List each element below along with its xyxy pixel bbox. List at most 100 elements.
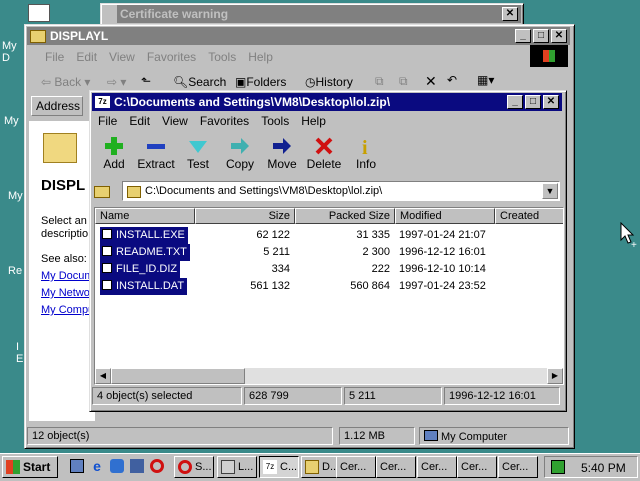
column-created[interactable]: Created — [495, 208, 563, 224]
copy-to-icon[interactable]: ⧉ — [399, 74, 408, 89]
opera-icon[interactable] — [150, 459, 164, 473]
explorer-statusbar: 12 object(s) 1.12 MB My Computer — [27, 427, 570, 445]
zip-minimize-button[interactable]: _ — [507, 95, 523, 109]
task-cert-2[interactable]: Cer... — [376, 456, 416, 478]
link-my-documents[interactable]: My Docum — [41, 270, 94, 282]
menu-file[interactable]: File — [39, 50, 70, 64]
scroll-right-button[interactable]: ▶ — [547, 368, 563, 384]
maximize-button[interactable]: □ — [533, 29, 549, 43]
column-modified[interactable]: Modified — [395, 208, 495, 224]
see-also-label: See also: — [41, 253, 87, 265]
delete-icon[interactable]: ✕ — [425, 73, 437, 90]
tray-icon[interactable] — [551, 460, 565, 474]
network-icon[interactable] — [110, 459, 124, 473]
task-7zip[interactable]: 7z C... — [259, 456, 299, 478]
zip-close-button[interactable]: ✕ — [543, 95, 559, 109]
computer-icon — [424, 430, 438, 441]
path-folder-icon — [127, 186, 141, 198]
extract-button[interactable]: Extract — [134, 135, 178, 171]
zip-menu-tools[interactable]: Tools — [255, 114, 295, 128]
zip-pathbar: C:\Documents and Settings\VM8\Desktop\lo… — [92, 181, 562, 203]
copy-button[interactable]: Copy — [218, 135, 262, 171]
zip-menu-favorites[interactable]: Favorites — [194, 114, 255, 128]
table-row[interactable]: FILE_ID.DIZ 334 222 1996-12-10 10:14 — [95, 261, 563, 278]
menu-view[interactable]: View — [103, 50, 141, 64]
panel-title: DISPL — [41, 177, 86, 194]
desktop-icon-area: My D My My Re I E — [0, 0, 50, 440]
windows-flag-icon — [6, 460, 20, 474]
media-icon[interactable] — [130, 459, 144, 473]
quicklaunch: e — [70, 459, 166, 475]
cert-close-button[interactable]: ✕ — [502, 7, 518, 21]
column-size[interactable]: Size — [195, 208, 295, 224]
zip-titlebar[interactable]: 7z C:\Documents and Settings\VM8\Desktop… — [92, 93, 562, 111]
task-displayl[interactable]: D... — [301, 456, 341, 478]
task-l[interactable]: L... — [217, 456, 257, 478]
desktop-icon-label: My D — [2, 40, 17, 64]
svg-text:+: + — [631, 240, 637, 248]
start-button[interactable]: Start — [2, 456, 58, 478]
folders-button[interactable]: ▣Folders — [235, 75, 286, 89]
search-button[interactable]: 🔍︎Search — [173, 75, 226, 89]
zip-menu-help[interactable]: Help — [295, 114, 332, 128]
explorer-left-panel: DISPL Select an i descriptio See also: M… — [29, 121, 95, 421]
info-button[interactable]: i Info — [344, 135, 388, 171]
folder-icon — [305, 460, 319, 474]
zip-window[interactable]: 7z C:\Documents and Settings\VM8\Desktop… — [89, 90, 567, 412]
delete-button[interactable]: Delete — [302, 135, 346, 171]
task-cert-3[interactable]: Cer... — [417, 456, 457, 478]
table-row[interactable]: INSTALL.EXE 62 122 31 335 1997-01-24 21:… — [95, 227, 563, 244]
move-button[interactable]: Move — [260, 135, 304, 171]
minimize-button[interactable]: _ — [515, 29, 531, 43]
move-to-icon[interactable]: ⧉ — [375, 74, 384, 89]
up-folder-icon[interactable]: ⬑ — [141, 74, 151, 88]
undo-icon[interactable]: ↶ — [447, 73, 457, 87]
scroll-left-button[interactable]: ◀ — [95, 368, 111, 384]
file-packed: 2 300 — [362, 246, 390, 258]
task-cert-1[interactable]: Cer... — [336, 456, 376, 478]
views-icon[interactable]: ▦▾ — [477, 73, 494, 87]
file-modified: 1997-01-24 21:07 — [399, 229, 486, 241]
desktop-icon[interactable] — [28, 4, 50, 22]
table-row[interactable]: README.TXT 5 211 2 300 1996-12-12 16:01 — [95, 244, 563, 261]
path-dropdown-button[interactable]: ▼ — [542, 183, 558, 199]
zip-menu-edit[interactable]: Edit — [123, 114, 156, 128]
test-button[interactable]: Test — [176, 135, 220, 171]
link-my-network[interactable]: My Netwo — [41, 287, 90, 299]
menu-help[interactable]: Help — [242, 50, 279, 64]
zip-menu-view[interactable]: View — [156, 114, 194, 128]
history-button[interactable]: ◷History — [305, 75, 353, 89]
zip-menu-file[interactable]: File — [92, 114, 123, 128]
file-list[interactable]: Name Size Packed Size Modified Created I… — [94, 207, 564, 385]
system-tray: 5:40 PM — [544, 456, 638, 478]
file-packed: 222 — [371, 263, 390, 275]
link-my-computer[interactable]: My Compu — [41, 304, 94, 316]
horizontal-scrollbar[interactable]: ◀ ▶ — [95, 368, 563, 384]
explorer-titlebar[interactable]: DISPLAYL _ □ ✕ — [27, 27, 570, 45]
menu-favorites[interactable]: Favorites — [141, 50, 202, 64]
menu-tools[interactable]: Tools — [202, 50, 242, 64]
back-button[interactable]: ⇦ Back ▾ — [41, 75, 90, 89]
cert-titlebar[interactable]: Certificate warning ✕ — [117, 5, 521, 23]
ie-icon[interactable]: e — [90, 459, 104, 473]
up-folder-button[interactable] — [94, 183, 112, 199]
file-modified: 1997-01-24 23:52 — [399, 280, 486, 292]
menu-edit[interactable]: Edit — [70, 50, 103, 64]
clock[interactable]: 5:40 PM — [581, 461, 626, 475]
close-button[interactable]: ✕ — [551, 29, 567, 43]
extract-icon — [147, 144, 165, 149]
task-opera[interactable]: S... — [174, 456, 214, 478]
forward-button[interactable]: ⇨ ▾ — [107, 75, 126, 89]
task-cert-5[interactable]: Cer... — [498, 456, 538, 478]
table-row[interactable]: INSTALL.DAT 561 132 560 864 1997-01-24 2… — [95, 278, 563, 295]
address-bar-label: Address — [31, 96, 83, 116]
path-combobox[interactable]: C:\Documents and Settings\VM8\Desktop\lo… — [122, 181, 560, 201]
up-folder-icon — [94, 186, 110, 198]
add-button[interactable]: Add — [92, 135, 136, 171]
column-name[interactable]: Name — [95, 208, 195, 224]
column-packed-size[interactable]: Packed Size — [295, 208, 395, 224]
show-desktop-icon[interactable] — [70, 459, 84, 473]
zip-maximize-button[interactable]: □ — [525, 95, 541, 109]
task-cert-4[interactable]: Cer... — [457, 456, 497, 478]
scroll-thumb[interactable] — [111, 368, 245, 384]
